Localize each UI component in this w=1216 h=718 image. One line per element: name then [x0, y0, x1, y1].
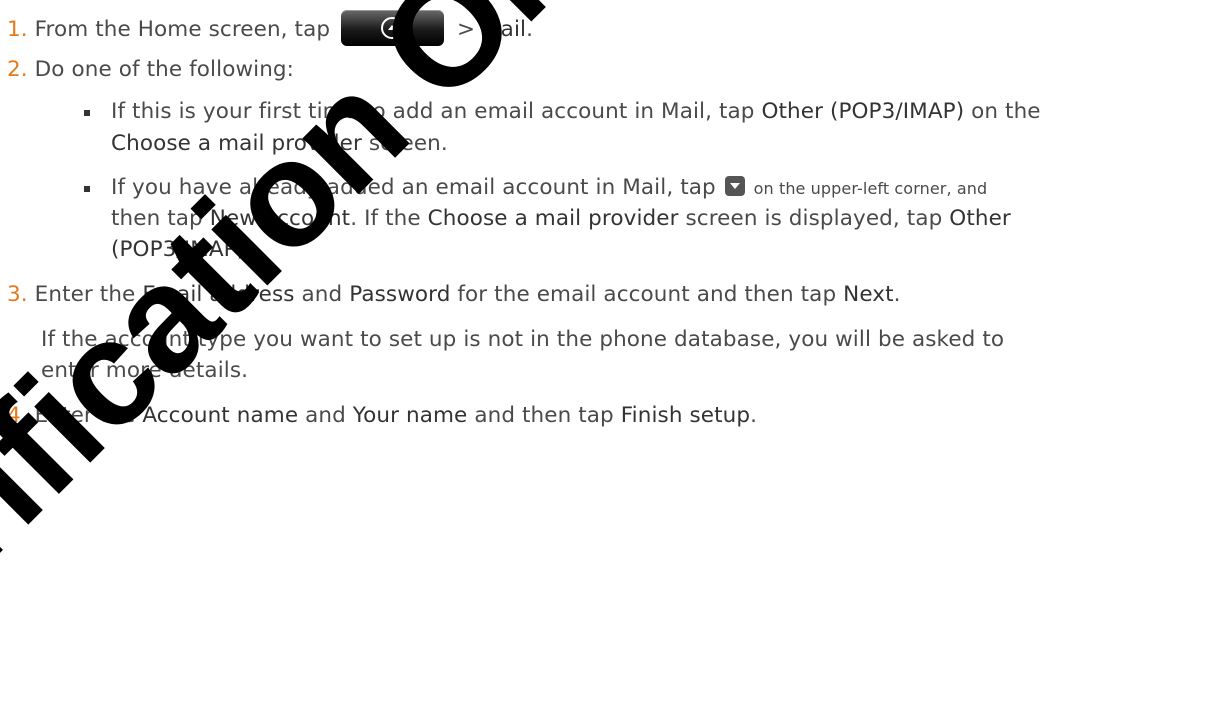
bullet-marker	[84, 186, 90, 192]
bullet-2-line-1: If you have already added an email accou…	[111, 175, 988, 200]
bullet-1-line-2: Choose a mail provider screen.	[111, 131, 448, 156]
step-number: 4.	[7, 403, 28, 428]
step-text: Do one of the following:	[34, 57, 295, 82]
step-3-note-line-2: enter more details.	[41, 358, 249, 383]
step-number: 3.	[7, 282, 28, 307]
dropdown-arrow-icon	[724, 176, 745, 196]
step-3-note-line-1: If the account type you want to set up i…	[41, 327, 1005, 352]
step-number: 2.	[7, 57, 28, 82]
bullet-marker	[84, 110, 90, 116]
step-1: 1. From the Home screen, tap > Mail.	[7, 10, 533, 48]
step-3: 3. Enter the Email address and Password …	[7, 282, 901, 307]
step-text: From the Home screen, tap	[34, 17, 338, 42]
step-4: 4. Enter the Account name and Your name …	[7, 403, 758, 428]
bullet-2-line-3: (POP3/IMAP).	[111, 237, 253, 262]
step-2: 2. Do one of the following:	[7, 56, 294, 84]
all-apps-button-icon	[341, 10, 445, 46]
keyword-mail: Mail	[482, 17, 527, 42]
bullet-1-line-1: If this is your first time to add an ema…	[111, 99, 1041, 124]
bullet-2-line-2: then tap New account. If the Choose a ma…	[111, 206, 1011, 231]
step-number: 1.	[7, 17, 28, 42]
